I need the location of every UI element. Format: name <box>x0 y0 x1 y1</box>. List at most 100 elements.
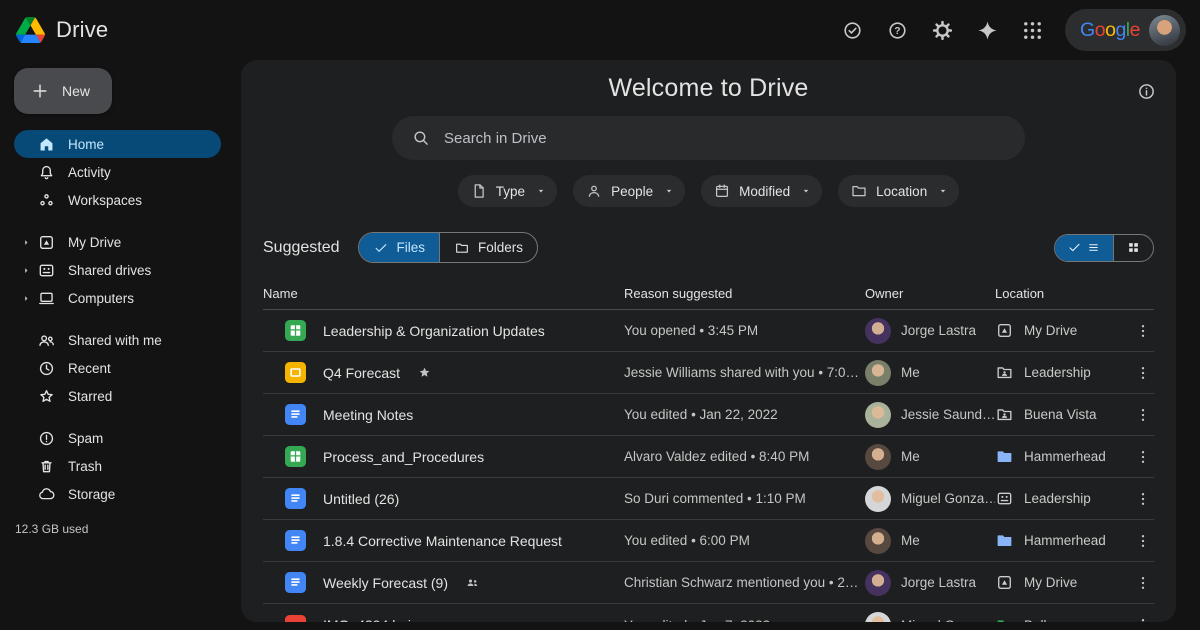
page-title: Welcome to Drive <box>241 73 1176 103</box>
column-header-reason-suggested[interactable]: Reason suggested <box>624 286 865 301</box>
filter-chip-location[interactable]: Location <box>838 175 959 207</box>
table-row[interactable]: Untitled (26) So Duri commented • 1:10 PM… <box>263 478 1154 520</box>
loc-folder-icon <box>995 447 1014 466</box>
table-row[interactable]: Process_and_ProceduresAlvaro Valdez edit… <box>263 436 1154 478</box>
sidebar-item-activity[interactable]: Activity <box>14 158 221 186</box>
filetype-icon <box>470 182 488 200</box>
filter-chip-people[interactable]: People <box>573 175 685 207</box>
new-button[interactable]: New <box>14 68 112 114</box>
sidebar-item-workspaces[interactable]: Workspaces <box>14 186 221 214</box>
spam-icon <box>36 429 56 448</box>
location-cell[interactable]: Buena Vista <box>995 405 1131 424</box>
account-avatar[interactable] <box>1149 15 1180 46</box>
row-menu-button[interactable] <box>1131 616 1155 622</box>
expand-arrow-icon[interactable] <box>18 238 34 247</box>
location-cell[interactable]: Leadership <box>995 489 1131 508</box>
search-input[interactable] <box>444 130 1007 147</box>
grid-view-button[interactable] <box>1113 235 1153 261</box>
sidebar-section: Shared with meRecentStarred <box>14 326 221 410</box>
row-menu-button[interactable] <box>1131 448 1155 466</box>
app-title: Drive <box>56 17 108 43</box>
location-name: My Drive <box>1024 323 1077 338</box>
sidebar-item-storage[interactable]: Storage <box>14 480 221 508</box>
location-cell[interactable]: Hammerhead <box>995 447 1131 466</box>
docs-file-icon <box>285 404 306 425</box>
search-bar[interactable] <box>392 116 1025 160</box>
offline-status-button[interactable] <box>832 10 872 50</box>
calendar-icon <box>713 182 731 200</box>
apps-grid-button[interactable] <box>1012 10 1052 50</box>
folders-toggle-button[interactable]: Folders <box>439 233 537 262</box>
chevron-down-icon <box>935 183 951 199</box>
location-name: Leadership <box>1024 491 1091 506</box>
suggested-row: Suggested Files Folders <box>241 232 1176 263</box>
location-name: My Drive <box>1024 575 1077 590</box>
column-header-owner[interactable]: Owner <box>865 286 995 301</box>
filter-chip-type[interactable]: Type <box>458 175 557 207</box>
table-row[interactable]: Meeting NotesYou edited • Jan 22, 2022Je… <box>263 394 1154 436</box>
trash-icon <box>36 457 56 476</box>
location-name: Leadership <box>1024 365 1091 380</box>
settings-button[interactable] <box>922 10 962 50</box>
table-row[interactable]: Leadership & Organization UpdatesYou ope… <box>263 310 1154 352</box>
owner-name: Jorge Lastra <box>901 323 976 338</box>
file-name: IMG_4394.heic <box>323 617 418 622</box>
location-cell[interactable]: My Drive <box>995 573 1131 592</box>
sidebar-item-shared-drives[interactable]: Shared drives <box>14 256 221 284</box>
drive-logo[interactable]: Drive <box>16 17 108 43</box>
location-name: Hammerhead <box>1024 533 1106 548</box>
sidebar-item-label: Trash <box>68 459 102 474</box>
location-cell[interactable]: Bullseye <box>995 616 1131 623</box>
svg-text:?: ? <box>894 26 900 37</box>
info-button[interactable] <box>1130 75 1162 107</box>
sidebar-item-recent[interactable]: Recent <box>14 354 221 382</box>
gemini-button[interactable] <box>967 10 1007 50</box>
row-menu-button[interactable] <box>1131 490 1155 508</box>
check-icon <box>1067 240 1082 255</box>
sidebar-item-home[interactable]: Home <box>14 130 221 158</box>
info-icon <box>1136 81 1157 102</box>
storage-used-label: 12.3 GB used <box>0 522 241 536</box>
file-name-cell: 1.8.4 Corrective Maintenance Request <box>263 530 624 551</box>
sidebar-item-shared-with-me[interactable]: Shared with me <box>14 326 221 354</box>
row-menu-button[interactable] <box>1131 322 1155 340</box>
row-menu-button[interactable] <box>1131 532 1155 550</box>
files-toggle-button[interactable]: Files <box>359 233 440 262</box>
row-menu-button[interactable] <box>1131 364 1155 382</box>
sidebar-item-label: Storage <box>68 487 115 502</box>
table-row[interactable]: Weekly Forecast (9)Christian Schwarz men… <box>263 562 1154 604</box>
table-row[interactable]: IMG_4394.heicYou edited • Jan 7, 2022Mig… <box>263 604 1154 622</box>
google-letter: G <box>1080 19 1095 41</box>
sidebar-item-spam[interactable]: Spam <box>14 424 221 452</box>
sidebar-item-my-drive[interactable]: My Drive <box>14 228 221 256</box>
location-cell[interactable]: My Drive <box>995 321 1131 340</box>
account-pill[interactable]: Google <box>1065 9 1186 51</box>
row-menu-button[interactable] <box>1131 574 1155 592</box>
location-cell[interactable]: Leadership <box>995 363 1131 382</box>
column-header-name[interactable]: Name <box>263 286 624 301</box>
file-name: Untitled (26) <box>323 491 399 507</box>
help-button[interactable]: ? <box>877 10 917 50</box>
list-view-button[interactable] <box>1055 235 1113 261</box>
owner-name: Miguel Gonza… <box>901 618 995 623</box>
expand-arrow-icon[interactable] <box>18 266 34 275</box>
expand-arrow-icon[interactable] <box>18 294 34 303</box>
table-row[interactable]: Q4 ForecastJessie Williams shared with y… <box>263 352 1154 394</box>
location-name: Hammerhead <box>1024 449 1106 464</box>
sidebar-item-trash[interactable]: Trash <box>14 452 221 480</box>
location-cell[interactable]: Hammerhead <box>995 531 1131 550</box>
sidebar-item-computers[interactable]: Computers <box>14 284 221 312</box>
filter-chip-modified[interactable]: Modified <box>701 175 822 207</box>
row-menu-button[interactable] <box>1131 406 1155 424</box>
column-header-location[interactable]: Location <box>995 286 1131 301</box>
owner-name: Jessie Saund… <box>901 407 995 422</box>
top-app-bar: Drive ? Google <box>0 0 1200 60</box>
chevron-down-icon <box>533 183 549 199</box>
star-icon <box>36 387 56 406</box>
loc-folder-icon <box>995 531 1014 550</box>
table-row[interactable]: 1.8.4 Corrective Maintenance RequestYou … <box>263 520 1154 562</box>
sidebar-item-starred[interactable]: Starred <box>14 382 221 410</box>
reason-suggested: So Duri commented • 1:10 PM <box>624 491 865 506</box>
suggested-heading: Suggested <box>263 239 340 257</box>
filter-chips: Type People Modified Location <box>241 175 1176 207</box>
